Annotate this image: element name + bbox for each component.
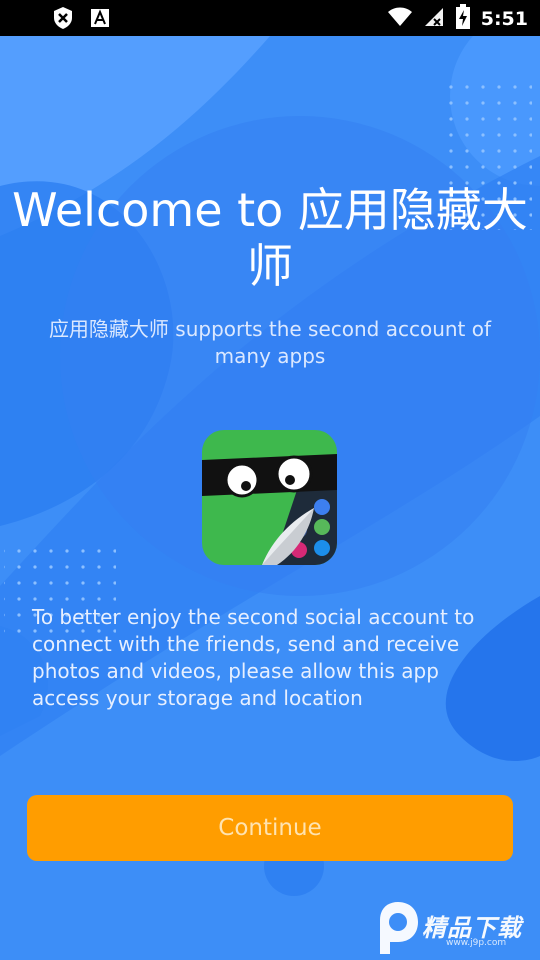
welcome-title: Welcome to 应用隐藏大师 xyxy=(12,183,528,293)
watermark-url: www.j9p.com xyxy=(446,938,507,948)
app-logo-icon xyxy=(202,430,337,565)
shield-icon xyxy=(52,6,74,34)
font-a-icon xyxy=(90,8,110,32)
permission-description: To better enjoy the second social accoun… xyxy=(32,605,475,710)
status-bar: 5:51 xyxy=(0,0,540,36)
wifi-icon xyxy=(387,6,413,32)
welcome-subtitle: 应用隐藏大师 supports the second account of ma… xyxy=(48,317,492,368)
status-time: 5:51 xyxy=(480,8,528,30)
status-left-icons xyxy=(52,6,110,34)
status-right-icons: 5:51 xyxy=(387,4,528,34)
no-signal-icon xyxy=(423,6,445,32)
battery-charging-icon xyxy=(455,4,471,34)
watermark-logo-icon xyxy=(380,902,418,954)
welcome-screen: 5:51 Welcome to 应用隐藏大师 应用隐藏大师 supports t… xyxy=(0,0,540,960)
watermark: 精品下载 www.j9p.com xyxy=(366,898,536,956)
continue-button[interactable]: Continue xyxy=(27,795,513,861)
